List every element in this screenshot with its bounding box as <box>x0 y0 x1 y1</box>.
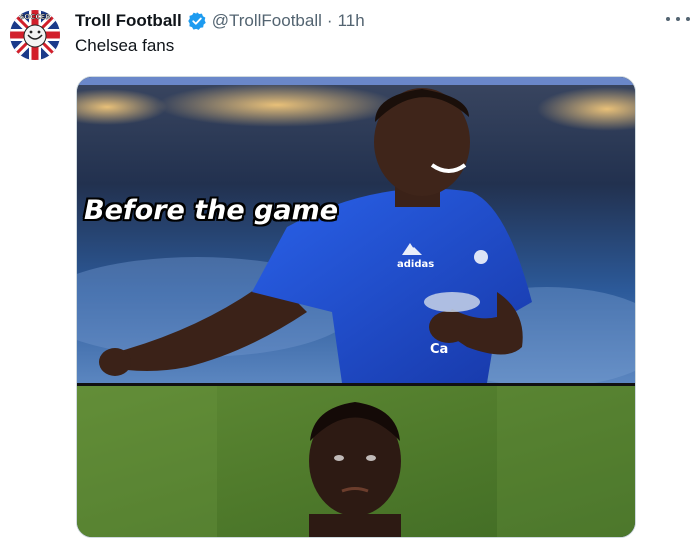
separator-dot: · <box>326 11 333 30</box>
shirt-brand-text: adidas <box>397 259 434 270</box>
more-options-icon[interactable] <box>666 10 690 28</box>
meme-caption-top: Before the game <box>84 195 339 226</box>
tweet-text: Chelsea fans <box>75 36 175 55</box>
author-name[interactable]: Troll Football <box>75 11 182 31</box>
tweet-media[interactable]: adidas Ca Before the game <box>76 76 636 538</box>
shirt-sponsor-text: Ca <box>430 342 448 357</box>
author-avatar[interactable]: SOCCER <box>10 10 60 60</box>
verified-badge-icon[interactable] <box>187 11 207 31</box>
tweet-header: Troll Football @TrollFootball · 11h <box>75 9 365 33</box>
meme-panel-top: adidas Ca Before the game <box>77 77 635 387</box>
union-jack-avatar-image: SOCCER <box>10 10 60 60</box>
tweet-timestamp[interactable]: 11h <box>338 11 365 31</box>
author-handle[interactable]: @TrollFootball <box>212 11 322 31</box>
avatar-text: SOCCER <box>19 13 51 21</box>
meme-panel-bottom <box>77 386 635 537</box>
player-celebrating-image: adidas Ca <box>77 77 635 387</box>
player-on-grass-image <box>77 386 635 537</box>
tweet[interactable]: SOCCER Troll Football @TrollFootball · 1… <box>0 0 700 538</box>
